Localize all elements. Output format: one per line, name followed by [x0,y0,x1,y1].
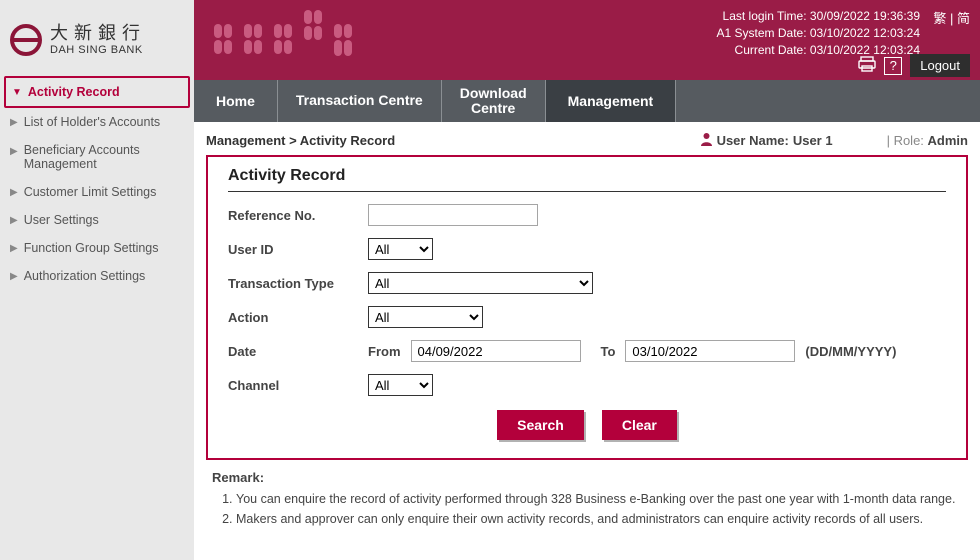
sidebar-item-label: Activity Record [28,85,120,99]
brand-cn: 大新銀行 [50,24,146,44]
side-nav: ▼ Activity Record ▶ List of Holder's Acc… [0,76,194,290]
sidebar-item-label: Function Group Settings [24,241,159,255]
sidebar-item-label: List of Holder's Accounts [24,115,160,129]
sidebar-item-customer-limit[interactable]: ▶ Customer Limit Settings [4,178,190,206]
sidebar-item-label: User Settings [24,213,99,227]
arrow-right-icon: ▶ [10,187,18,198]
arrow-right-icon: ▶ [10,215,18,226]
topbar: Last login Time: 30/09/2022 19:36:39 A1 … [194,0,980,80]
user-id-label: User ID [228,242,368,257]
remark-item-1: You can enquire the record of activity p… [236,489,962,509]
lang-sep: | [950,11,953,26]
help-icon[interactable]: ? [884,57,902,75]
nav-label: Download Centre [460,86,527,117]
sidebar-item-label: Customer Limit Settings [24,185,157,199]
lang-traditional[interactable]: 繁 [933,11,946,26]
date-label: Date [228,344,368,359]
sidebar-item-authorization[interactable]: ▶ Authorization Settings [4,262,190,290]
breadcrumb: Management > Activity Record [206,133,395,148]
sidebar-item-function-group[interactable]: ▶ Function Group Settings [4,234,190,262]
brand-logo: 大新銀行 DAH SING BANK [0,12,194,76]
nav-management[interactable]: Management [546,80,677,122]
content: Management > Activity Record User Name: … [194,122,980,560]
transaction-type-label: Transaction Type [228,276,368,291]
system-date: A1 System Date: 03/10/2022 12:03:24 [717,25,920,42]
arrow-down-icon: ▼ [12,87,22,98]
nav-transaction-centre[interactable]: Transaction Centre [278,80,442,122]
user-name: User 1 [793,133,833,148]
sidebar-item-label: Authorization Settings [24,269,146,283]
remark-title: Remark: [212,470,962,485]
sidebar-item-user-settings[interactable]: ▶ User Settings [4,206,190,234]
arrow-right-icon: ▶ [10,271,18,282]
logout-button[interactable]: Logout [910,54,970,77]
to-label: To [601,344,616,359]
nav-label: Transaction Centre [296,93,423,108]
date-to-input[interactable] [625,340,795,362]
reference-no-label: Reference No. [228,208,368,223]
date-from-input[interactable] [411,340,581,362]
role-label: | Role: Admin [887,133,968,148]
brand-en: DAH SING BANK [50,44,146,56]
activity-record-form: Activity Record Reference No. User ID Al… [206,155,968,460]
remark-item-2: Makers and approver can only enquire the… [236,509,962,529]
sidebar-item-holder-accounts[interactable]: ▶ List of Holder's Accounts [4,108,190,136]
top-info: Last login Time: 30/09/2022 19:36:39 A1 … [717,8,920,58]
action-label: Action [228,310,368,325]
decorative-pattern-icon [204,8,384,72]
lang-switch: 繁 | 简 [933,8,970,27]
search-button[interactable]: Search [497,410,584,440]
navbar: Home Transaction Centre Download Centre … [194,80,980,122]
sidebar-item-beneficiary[interactable]: ▶ Beneficiary Accounts Management [4,136,190,178]
card-title: Activity Record [228,167,946,192]
bank-logo-icon [8,24,44,56]
sidebar-item-activity-record[interactable]: ▼ Activity Record [4,76,190,108]
channel-label: Channel [228,378,368,393]
sidebar-item-label: Beneficiary Accounts Management [24,143,184,171]
main: Last login Time: 30/09/2022 19:36:39 A1 … [194,0,980,560]
print-icon[interactable] [858,56,876,76]
action-select[interactable]: All [368,306,483,328]
nav-download-centre[interactable]: Download Centre [442,80,546,122]
arrow-right-icon: ▶ [10,243,18,254]
lang-simplified[interactable]: 简 [957,11,970,26]
user-name-label: User Name: [717,133,789,148]
user-id-select[interactable]: All [368,238,433,260]
nav-home[interactable]: Home [194,80,278,122]
clear-button[interactable]: Clear [602,410,677,440]
user-icon [700,132,713,149]
remark-section: Remark: You can enquire the record of ac… [206,460,968,539]
reference-no-input[interactable] [368,204,538,226]
sidebar: 大新銀行 DAH SING BANK ▼ Activity Record ▶ L… [0,0,194,560]
transaction-type-select[interactable]: All [368,272,593,294]
channel-select[interactable]: All [368,374,433,396]
date-format-hint: (DD/MM/YYYY) [805,344,896,359]
arrow-right-icon: ▶ [10,146,18,157]
arrow-right-icon: ▶ [10,117,18,128]
from-label: From [368,344,401,359]
last-login-time: Last login Time: 30/09/2022 19:36:39 [717,8,920,25]
